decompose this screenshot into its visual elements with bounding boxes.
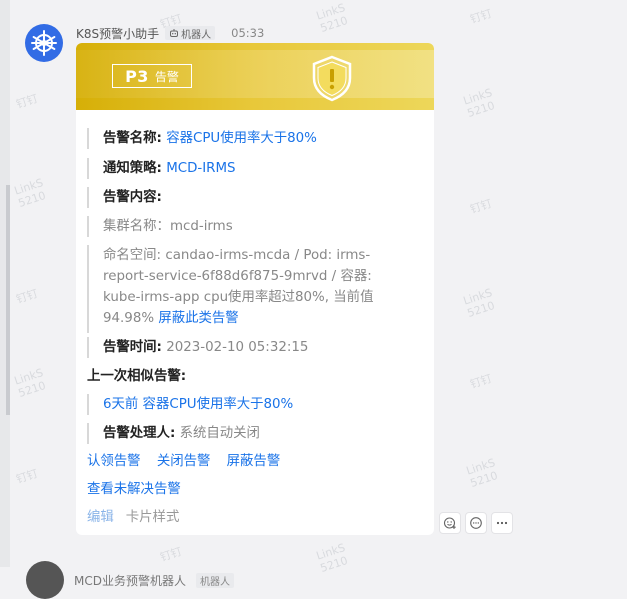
- reply-button[interactable]: [465, 512, 487, 534]
- shield-alert-type-link[interactable]: 屏蔽此类告警: [158, 311, 238, 326]
- kubernetes-helm-icon: [31, 30, 57, 56]
- alert-banner: P3 告警: [76, 43, 434, 110]
- alert-card: P3 告警 告警名称: 容器CPU使用率大于80% 通知策略: MCD-IRMS…: [76, 43, 434, 535]
- field-alert-name: 告警名称: 容器CPU使用率大于80%: [87, 128, 422, 149]
- watermark: 钉钉: [14, 286, 40, 307]
- previous-alert-link[interactable]: 6天前 容器CPU使用率大于80%: [103, 397, 293, 412]
- watermark: 钉钉: [14, 91, 40, 112]
- next-bot-badge: 机器人: [195, 572, 234, 588]
- message-reaction-bar: [439, 512, 513, 534]
- cluster-name-line: 集群名称：mcd-irms: [87, 216, 422, 237]
- edit-card-style-row: 编辑 卡片样式: [87, 507, 191, 528]
- watermark: 钉钉: [468, 371, 494, 392]
- emoji-add-icon: [443, 517, 456, 529]
- warning-shield-icon: [312, 55, 352, 102]
- alert-content-block: 命名空间: candao-irms-mcda / Pod: irms- repo…: [87, 245, 422, 333]
- alert-level-badge: P3 告警: [112, 64, 192, 88]
- robot-icon: [170, 29, 179, 37]
- edit-card-style-link[interactable]: 编辑 卡片样式: [87, 510, 191, 525]
- watermark: LinkS 5210: [461, 286, 497, 320]
- field-alert-content: 告警内容:: [87, 187, 422, 208]
- left-edge-strip: [0, 0, 10, 567]
- add-reaction-button[interactable]: [439, 512, 461, 534]
- bot-badge: 机器人: [165, 26, 216, 41]
- alert-level-code: P3: [125, 66, 149, 86]
- comment-icon: [470, 517, 482, 529]
- sender-name[interactable]: K8S预警小助手: [76, 25, 159, 42]
- more-horizontal-icon: [496, 521, 508, 525]
- more-button[interactable]: [491, 512, 513, 534]
- watermark: 钉钉: [468, 6, 494, 27]
- previous-alert-heading: 上一次相似告警:: [87, 369, 187, 384]
- message-header: K8S预警小助手 机器人 05:33: [76, 25, 264, 41]
- view-unresolved-row: 查看未解决告警: [87, 479, 193, 500]
- watermark: LinkS 5210: [12, 176, 48, 210]
- watermark: LinkS 5210: [314, 1, 350, 35]
- field-alert-time: 告警时间: 2023-02-10 05:32:15: [87, 337, 422, 358]
- next-sender-name[interactable]: MCD业务预警机器人: [74, 572, 186, 589]
- watermark: LinkS 5210: [464, 456, 500, 490]
- sender-avatar[interactable]: [25, 24, 63, 62]
- shield-alert-link[interactable]: 屏蔽告警: [227, 454, 281, 469]
- alert-level-text: 告警: [154, 69, 179, 84]
- previous-alert-row: 6天前 容器CPU使用率大于80%: [87, 394, 422, 415]
- field-notify-policy: 通知策略: MCD-IRMS: [87, 158, 422, 179]
- view-unresolved-link[interactable]: 查看未解决告警: [87, 482, 181, 497]
- watermark: 钉钉: [468, 196, 494, 217]
- watermark: LinkS 5210: [12, 366, 48, 400]
- message-time: 05:33: [231, 26, 265, 40]
- field-handler: 告警处理人: 系统自动关闭: [87, 423, 422, 444]
- card-actions: 认领告警 关闭告警 屏蔽告警: [87, 451, 292, 472]
- watermark: 钉钉: [14, 466, 40, 487]
- claim-alert-link[interactable]: 认领告警: [87, 454, 141, 469]
- scroll-indicator: [6, 185, 10, 415]
- notify-policy-link[interactable]: MCD-IRMS: [166, 161, 235, 176]
- watermark: LinkS 5210: [314, 541, 350, 575]
- alert-name-link[interactable]: 容器CPU使用率大于80%: [166, 131, 317, 146]
- watermark: LinkS 5210: [461, 86, 497, 120]
- close-alert-link[interactable]: 关闭告警: [157, 454, 211, 469]
